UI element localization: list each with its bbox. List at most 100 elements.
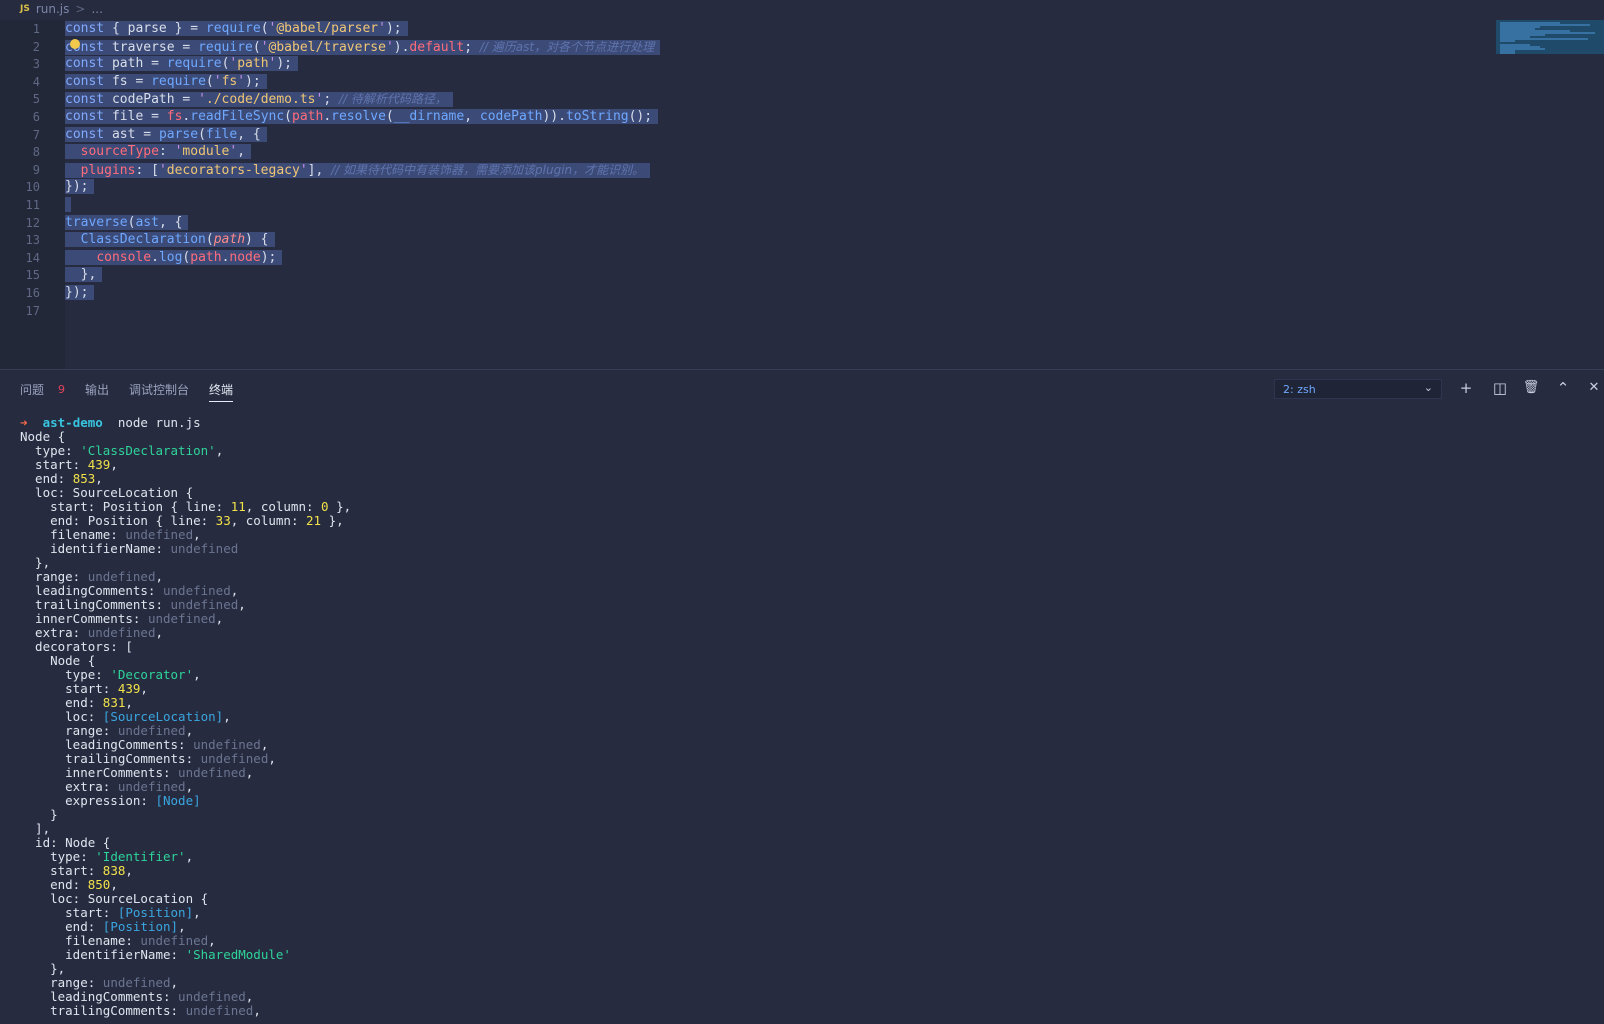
code-token: fs xyxy=(111,73,128,89)
code-line[interactable]: }); xyxy=(65,284,95,302)
split-terminal-icon[interactable]: ◫ xyxy=(1490,378,1510,398)
breadcrumb-file[interactable]: run.js xyxy=(36,2,70,16)
terminal-token: undefined xyxy=(87,625,156,640)
terminal-token: end: Position { line: xyxy=(20,513,216,528)
code-token: ClassDeclaration xyxy=(80,232,206,248)
line-number: 17 xyxy=(25,303,40,318)
terminal-line: start: 838, xyxy=(20,864,1580,878)
terminal-line: filename: undefined, xyxy=(20,528,1580,542)
tab-label: 输出 xyxy=(85,382,110,397)
terminal-token: trailingComments: xyxy=(20,751,201,766)
code-line[interactable]: }); xyxy=(65,178,95,196)
bottom-panel: 问题 9 输出 调试控制台 终端 2: zsh ⌄ + ◫ 🗑 ⌃ ✕ ➜ as… xyxy=(0,369,1604,1024)
code-line[interactable]: const traverse = require('@babel/travers… xyxy=(65,38,661,56)
terminal-token: 33 xyxy=(215,513,231,528)
code-token: const xyxy=(65,126,112,142)
new-terminal-plus-icon[interactable]: + xyxy=(1456,378,1476,398)
code-token: ). xyxy=(393,39,410,55)
editor[interactable]: JS run.js > ... 1 2 3 4 5 6 7 8 9 10 11 12 13 14 15 16 1… xyxy=(0,0,1604,369)
code-line[interactable]: sourceType: 'module', xyxy=(65,143,252,161)
code-token: : xyxy=(158,144,175,160)
terminal-token: undefined xyxy=(117,779,186,794)
terminal-line: ], xyxy=(20,822,1580,836)
terminal-token: innerComments: xyxy=(20,611,148,626)
line-number: 11 xyxy=(25,198,40,212)
terminal-line: filename: undefined, xyxy=(20,934,1580,948)
terminal-token: start: xyxy=(20,681,118,696)
breadcrumb-more[interactable]: ... xyxy=(91,2,102,16)
terminal-token: undefined xyxy=(125,527,194,542)
breadcrumb: JS run.js > ... xyxy=(0,0,1604,18)
code-token: (); xyxy=(628,109,653,124)
terminal-line: end: Position { line: 33, column: 21 }, xyxy=(20,514,1580,528)
code-line[interactable]: const fs = require('fs'); xyxy=(65,73,267,91)
code-line[interactable]: console.log(path.node); xyxy=(65,249,283,267)
terminal-token: , xyxy=(268,751,276,766)
terminal-line: extra: undefined, xyxy=(20,626,1580,640)
line-number: 12 xyxy=(25,215,40,230)
code-token: ' xyxy=(260,39,269,55)
terminal-token: extra: xyxy=(20,625,88,640)
trash-icon[interactable]: 🗑 xyxy=(1521,378,1541,398)
close-icon[interactable]: ✕ xyxy=(1584,378,1604,398)
tab-debug-console[interactable]: 调试控制台 xyxy=(129,370,189,408)
terminal-token: range: xyxy=(20,569,88,584)
terminal-token: identifierName: xyxy=(20,541,171,556)
terminal-token: leadingComments: xyxy=(20,737,194,752)
terminal-token: undefined xyxy=(170,541,239,556)
tab-terminal[interactable]: 终端 xyxy=(209,370,234,408)
code-line[interactable]: traverse(ast, { xyxy=(65,214,189,232)
selection-highlight: const { parse } = require('@babel/parser… xyxy=(65,21,408,36)
code-token: { xyxy=(111,21,128,36)
terminal-token: , xyxy=(193,667,201,682)
code-token: path xyxy=(292,109,324,124)
lightbulb-icon[interactable] xyxy=(70,39,80,49)
code-line[interactable]: const { parse } = require('@babel/parser… xyxy=(65,20,408,38)
code-line[interactable]: const codePath = './code/demo.ts'; // 待解… xyxy=(65,90,453,108)
terminal-line: innerComments: undefined, xyxy=(20,612,1580,626)
tab-output[interactable]: 输出 xyxy=(85,370,109,408)
terminal-token: , xyxy=(260,737,269,752)
terminal-output[interactable]: ➜ ast-demo node run.js Node { type: 'Clas… xyxy=(20,416,1580,1018)
terminal-selector[interactable]: 2: zsh ⌄ xyxy=(1274,379,1442,399)
terminal-token: undefined xyxy=(200,751,269,766)
code-token: default xyxy=(409,39,465,55)
code-token: }, xyxy=(65,267,97,283)
terminal-token: , xyxy=(193,905,201,920)
terminal-line: ➜ ast-demo node run.js xyxy=(20,416,1580,430)
code-area[interactable]: const { parse } = require('@babel/parser… xyxy=(65,20,1495,369)
terminal-token: extra: xyxy=(20,779,118,794)
minimap[interactable] xyxy=(1496,20,1604,54)
terminal-token: range: xyxy=(20,975,103,990)
terminal-selector-value: 2: zsh xyxy=(1283,382,1316,396)
line-number: 1 xyxy=(32,22,40,36)
code-token: ( xyxy=(260,21,269,36)
code-line[interactable]: }, xyxy=(65,266,103,284)
code-token: )). xyxy=(542,109,566,124)
code-line[interactable] xyxy=(65,196,71,214)
terminal-token: undefined xyxy=(140,933,209,948)
code-line[interactable]: ClassDeclaration(path) { xyxy=(65,231,275,249)
code-token: fs xyxy=(166,109,183,124)
code-token: plugins xyxy=(80,162,136,178)
chevron-up-icon[interactable]: ⌃ xyxy=(1553,378,1573,398)
code-token: . xyxy=(151,249,159,265)
code-token: ( xyxy=(205,232,214,248)
line-number: 5 xyxy=(32,92,40,107)
terminal-token: , xyxy=(110,457,118,472)
terminal-token: end: xyxy=(20,471,73,486)
code-token: ( xyxy=(252,39,261,55)
terminal-line: innerComments: undefined, xyxy=(20,766,1580,780)
code-token: ], xyxy=(307,162,332,178)
line-number: 13 xyxy=(25,233,40,248)
code-token: codePath xyxy=(479,109,543,124)
code-line[interactable]: const ast = parse(file, { xyxy=(65,126,267,144)
terminal-token: 'SharedModule' xyxy=(185,947,291,962)
tab-problems[interactable]: 问题 9 xyxy=(20,370,65,408)
terminal-token: undefined xyxy=(117,723,186,738)
line-number: 2 xyxy=(32,39,40,54)
code-line[interactable]: const path = require('path'); xyxy=(65,55,299,73)
code-line[interactable]: const file = fs.readFileSync(path.resolv… xyxy=(65,108,659,126)
code-line[interactable]: plugins: ['decorators-legacy'], // 如果待代码… xyxy=(65,161,651,179)
terminal-token: , column: xyxy=(230,513,306,528)
